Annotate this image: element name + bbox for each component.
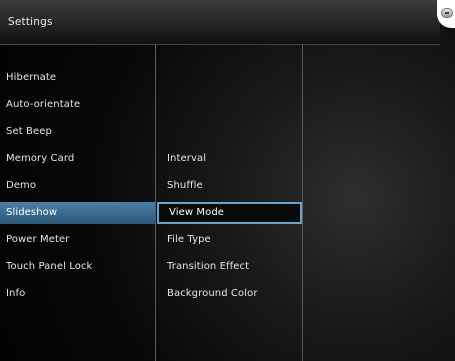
device-screen: Settings Hibernate Auto-orientate Set Be… [0, 0, 455, 361]
menu-item-touch-panel-lock[interactable]: Touch Panel Lock [0, 256, 155, 278]
menu-item-set-beep[interactable]: Set Beep [0, 121, 155, 143]
menu-item-hibernate[interactable]: Hibernate [0, 67, 155, 89]
menu-item-slideshow[interactable]: Slideshow [0, 202, 155, 224]
submenu-item-interval[interactable]: Interval [157, 148, 302, 170]
submenu-item-view-mode[interactable]: View Mode [157, 202, 302, 224]
menu-item-info[interactable]: Info [0, 283, 155, 305]
submenu-item-shuffle[interactable]: Shuffle [157, 175, 302, 197]
page-title: Settings [8, 16, 53, 28]
submenu-item-background-color[interactable]: Background Color [157, 283, 302, 305]
column-divider-right [302, 44, 303, 361]
menu-item-power-meter[interactable]: Power Meter [0, 229, 155, 251]
menu-item-demo[interactable]: Demo [0, 175, 155, 197]
submenu-item-transition-effect[interactable]: Transition Effect [157, 256, 302, 278]
menu-item-memory-card[interactable]: Memory Card [0, 148, 155, 170]
submenu-item-file-type[interactable]: File Type [157, 229, 302, 251]
settings-header: Settings [0, 0, 440, 45]
power-icon[interactable] [441, 8, 453, 18]
menu-item-auto-orientate[interactable]: Auto-orientate [0, 94, 155, 116]
column-divider-left [155, 44, 156, 361]
